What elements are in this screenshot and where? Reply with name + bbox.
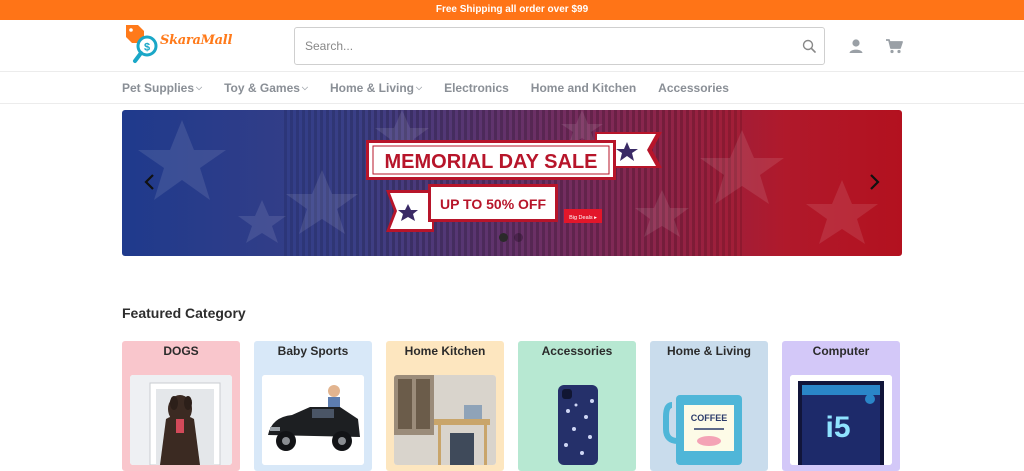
banner-subline: UP TO 50% OFF xyxy=(440,196,547,212)
nav-item-toy-games[interactable]: Toy & Games ⌵ xyxy=(224,81,308,95)
banner-pagination xyxy=(499,233,523,242)
logo-text: SkaraMall xyxy=(160,33,233,48)
chevron-right-icon xyxy=(870,174,880,190)
svg-text:COFFEE: COFFEE xyxy=(691,413,728,423)
accessories-image xyxy=(526,375,628,465)
account-button[interactable] xyxy=(847,37,865,55)
banner-dot-1[interactable] xyxy=(499,233,508,242)
category-card-home-kitchen[interactable]: Home Kitchen xyxy=(386,341,504,471)
user-icon xyxy=(849,39,863,53)
category-card-baby-sports[interactable]: Baby Sports xyxy=(254,341,372,471)
nav-item-home-living[interactable]: Home & Living ⌵ xyxy=(330,81,422,95)
hero-banner[interactable]: MEMORIAL DAY SALE UP TO 50% OFF Big Deal… xyxy=(122,110,902,256)
baby-sports-image xyxy=(262,375,364,465)
category-card-title: Accessories xyxy=(541,344,613,358)
featured-category-title: Featured Category xyxy=(122,305,246,321)
category-card-title: Baby Sports xyxy=(277,344,349,358)
category-card-title: Home Kitchen xyxy=(404,344,486,358)
category-card-title: DOGS xyxy=(163,344,199,358)
chevron-down-icon: ⌵ xyxy=(196,83,203,92)
nav-item-label: Pet Supplies xyxy=(122,81,195,95)
search-icon xyxy=(802,39,816,53)
banner-next-button[interactable] xyxy=(862,170,886,194)
nav-item-label: Toy & Games xyxy=(224,81,300,95)
nav-item-label: Home and Kitchen xyxy=(530,81,637,95)
home-living-image: COFFEE xyxy=(658,375,760,465)
category-card-computer[interactable]: Computer i5 xyxy=(782,341,900,471)
category-card-home-living[interactable]: Home & Living COFFEE xyxy=(650,341,768,471)
computer-image: i5 xyxy=(790,375,892,465)
category-card-dogs[interactable]: DOGS xyxy=(122,341,240,471)
promo-bar: Free Shipping all order over $99 xyxy=(0,0,1024,20)
category-card-title: Computer xyxy=(812,344,870,358)
nav-list: Pet Supplies ⌵ Toy & Games ⌵ Home & Living ⌵ E… xyxy=(122,72,729,104)
home-kitchen-image xyxy=(394,375,496,465)
chevron-down-icon: ⌵ xyxy=(301,83,308,92)
category-card-accessories[interactable]: Accessories xyxy=(518,341,636,471)
featured-category-list: DOGS Baby Sports Home Kitchen Accessorie… xyxy=(122,341,900,471)
cart-icon xyxy=(886,39,903,54)
category-card-title: Home & Living xyxy=(666,344,751,358)
chevron-left-icon xyxy=(144,174,154,190)
svg-text:$: $ xyxy=(144,42,150,54)
main-nav: Pet Supplies ⌵ Toy & Games ⌵ Home & Living ⌵ E… xyxy=(0,72,1024,104)
nav-item-accessories[interactable]: Accessories xyxy=(658,81,729,95)
search-button[interactable] xyxy=(794,28,824,64)
site-logo[interactable]: $ SkaraMall xyxy=(120,21,240,71)
cart-button[interactable] xyxy=(885,37,903,55)
nav-item-label: Home & Living xyxy=(330,81,415,95)
search-input[interactable] xyxy=(295,28,794,64)
nav-item-electronics[interactable]: Electronics xyxy=(444,81,509,95)
nav-item-label: Accessories xyxy=(658,81,729,95)
search-bar xyxy=(294,27,825,65)
nav-item-label: Electronics xyxy=(444,81,509,95)
promo-text: Free Shipping all order over $99 xyxy=(435,4,589,15)
svg-text:i5: i5 xyxy=(825,411,850,444)
banner-dot-2[interactable] xyxy=(514,233,523,242)
site-header: $ SkaraMall xyxy=(0,20,1024,72)
chevron-down-icon: ⌵ xyxy=(416,83,423,92)
banner-prev-button[interactable] xyxy=(138,170,162,194)
banner-headline: MEMORIAL DAY SALE xyxy=(385,151,598,173)
nav-item-home-and-kitchen[interactable]: Home and Kitchen xyxy=(531,81,636,95)
dogs-image xyxy=(130,375,232,465)
big-deals-text: Big Deals ▸ xyxy=(569,215,597,221)
nav-item-pet-supplies[interactable]: Pet Supplies ⌵ xyxy=(122,81,202,95)
